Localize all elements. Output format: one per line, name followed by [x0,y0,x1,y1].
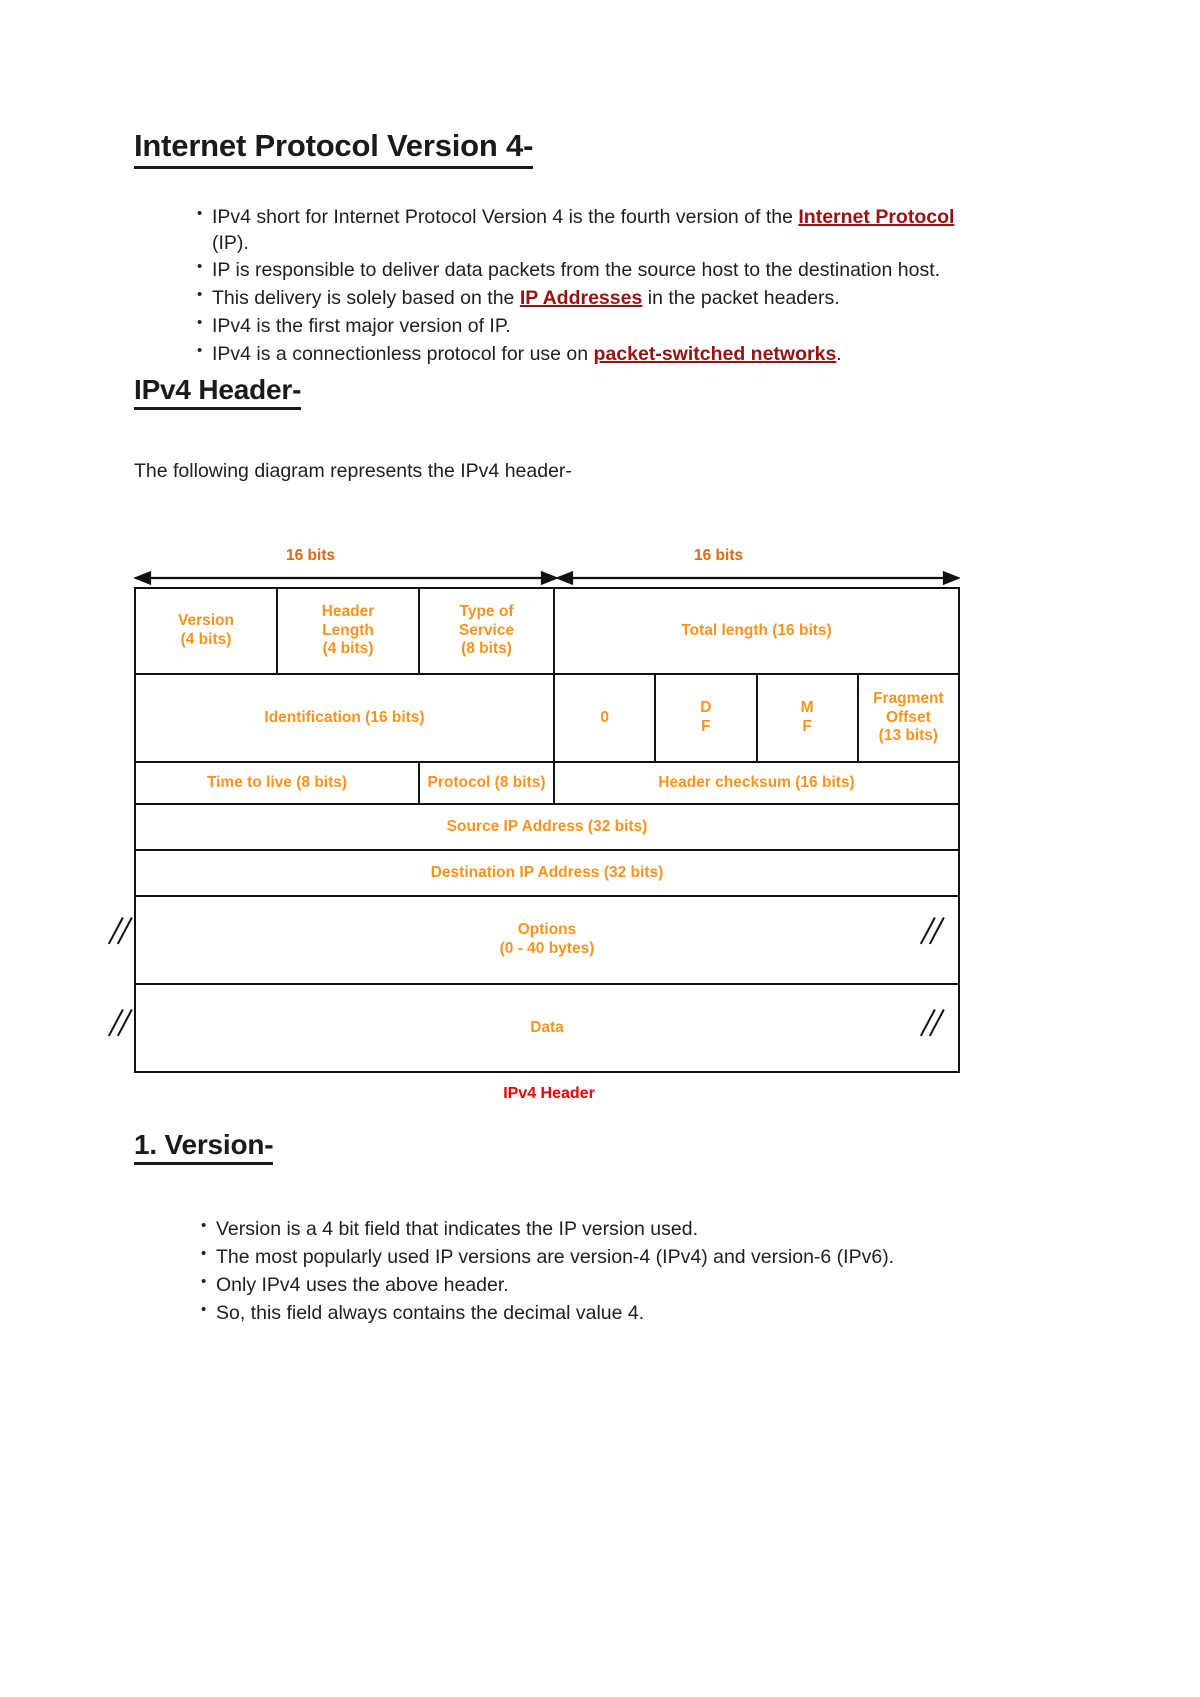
table-row: Source IP Address (32 bits) [134,802,960,851]
document-page: Internet Protocol Version 4- IPv4 short … [0,0,1200,1697]
field-dont-fragment-flag: D F [654,672,758,763]
bullet-text-plain: Only IPv4 uses the above header. [216,1273,509,1296]
list-item: This delivery is solely based on the IP … [196,285,956,312]
field-header-checksum: Header checksum (16 bits) [553,760,960,805]
field-more-fragments-flag: M F [755,672,859,763]
bullet-text-highlight: packet-switched networks [593,343,837,366]
field-fragment-offset: Fragment Offset (13 bits) [856,672,961,763]
list-item: IPv4 short for Internet Protocol Version… [196,204,956,257]
bullet-text-plain: (IP). [212,231,249,254]
page-title: Internet Protocol Version 4- [134,128,533,169]
field-version: Version (4 bits) [134,586,278,675]
list-item: IPv4 is the first major version of IP. [196,313,956,340]
version-bullet-list: Version is a 4 bit field that indicates … [200,1216,1030,1327]
field-line: D [700,699,712,717]
table-row: Time to live (8 bits) Protocol (8 bits) … [134,760,960,805]
table-row: Destination IP Address (32 bits) [134,848,960,897]
field-line: (4 bits) [322,639,374,657]
bullet-text-plain: . [836,343,842,366]
list-item: Version is a 4 bit field that indicates … [200,1216,1030,1243]
field-reserved-bit: 0 [552,672,657,763]
field-line: Destination IP Address (32 bits) [430,863,664,881]
field-line: 0 [600,708,609,726]
bullet-text-plain: So, this field always contains the decim… [216,1301,645,1324]
field-line: F [802,717,812,735]
bits-label-right: 16 bits [694,546,744,564]
intro-bullet-list: IPv4 short for Internet Protocol Version… [196,204,956,369]
bullet-text-highlight: IP Addresses [519,287,643,310]
field-identification: Identification (16 bits) [134,672,555,763]
field-source-ip-address: Source IP Address (32 bits) [134,802,960,851]
table-row: Options (0 - 40 bytes) [134,894,960,985]
diagram-lead-text: The following diagram represents the IPv… [134,460,572,483]
field-line: Identification (16 bits) [264,708,425,726]
list-item: IP is responsible to deliver data packet… [196,257,956,284]
field-total-length: Total length (16 bits) [553,586,960,675]
field-line: Options [517,921,577,939]
table-row: Identification (16 bits) 0 D F M F Fragm… [134,672,961,763]
field-time-to-live: Time to live (8 bits) [134,760,420,805]
double-arrow-icon [134,570,960,585]
field-line: Type of [459,603,514,621]
field-options: Options (0 - 40 bytes) [134,894,960,985]
field-line: (13 bits) [878,726,939,744]
field-destination-ip-address: Destination IP Address (32 bits) [134,848,960,897]
list-item: IPv4 is a connectionless protocol for us… [196,341,956,368]
bullet-text-plain: IP is responsible to deliver data packet… [212,259,941,282]
list-item: The most popularly used IP versions are … [200,1244,1030,1271]
field-line: M [800,699,814,717]
bullet-text-plain: Version is a 4 bit field that indicates … [216,1217,699,1240]
field-type-of-service: Type of Service (8 bits) [418,586,555,675]
field-line: (0 - 40 bytes) [499,939,595,957]
bullet-text-plain: IPv4 short for Internet Protocol Version… [212,205,799,228]
field-line: Length [322,621,374,639]
bullet-text-plain: IPv4 is a connectionless protocol for us… [212,343,594,366]
field-line: F [701,717,711,735]
field-line: Data [530,1018,564,1036]
bits-label-left: 16 bits [286,546,336,564]
field-header-length: Header Length (4 bits) [276,586,420,675]
field-line: (8 bits) [461,639,512,657]
field-data: Data [134,982,960,1073]
bullet-text-highlight: Internet Protocol [798,205,955,228]
field-line: (4 bits) [180,630,232,648]
field-line: Fragment Offset [873,690,944,726]
bullet-text-plain: This delivery is solely based on the [212,287,520,310]
field-line: Header checksum (16 bits) [658,773,855,791]
section-heading-ipv4-header: IPv4 Header- [134,374,301,411]
ipv4-header-diagram: 16 bits 16 bits Version (4 bits) Header … [107,547,964,1103]
bullet-text-plain: The most popularly used IP versions are … [216,1245,895,1268]
list-item: Only IPv4 uses the above header. [200,1272,1030,1299]
table-row: Data [134,982,960,1073]
list-item: So, this field always contains the decim… [200,1300,1030,1327]
field-protocol: Protocol (8 bits) [418,760,555,805]
field-line: Service [458,621,515,639]
table-row: Version (4 bits) Header Length (4 bits) … [134,586,960,675]
field-line: Source IP Address (32 bits) [446,817,648,835]
bullet-text-plain: in the packet headers. [642,287,840,310]
diagram-bit-labels: 16 bits 16 bits [134,547,964,569]
field-line: Version [178,612,234,630]
diagram-caption: IPv4 Header [503,1084,595,1102]
ipv4-header-table: Version (4 bits) Header Length (4 bits) … [134,586,961,1073]
section-heading-version: 1. Version- [134,1129,274,1165]
document-content: Internet Protocol Version 4- IPv4 short … [107,128,964,1329]
bullet-text-plain: IPv4 is the first major version of IP. [212,315,511,338]
field-line: Time to live (8 bits) [206,773,348,791]
field-line: Header [321,603,375,621]
field-line: Total length (16 bits) [681,621,832,639]
field-line: Protocol (8 bits) [427,773,546,791]
diagram-span-arrows [134,569,964,587]
